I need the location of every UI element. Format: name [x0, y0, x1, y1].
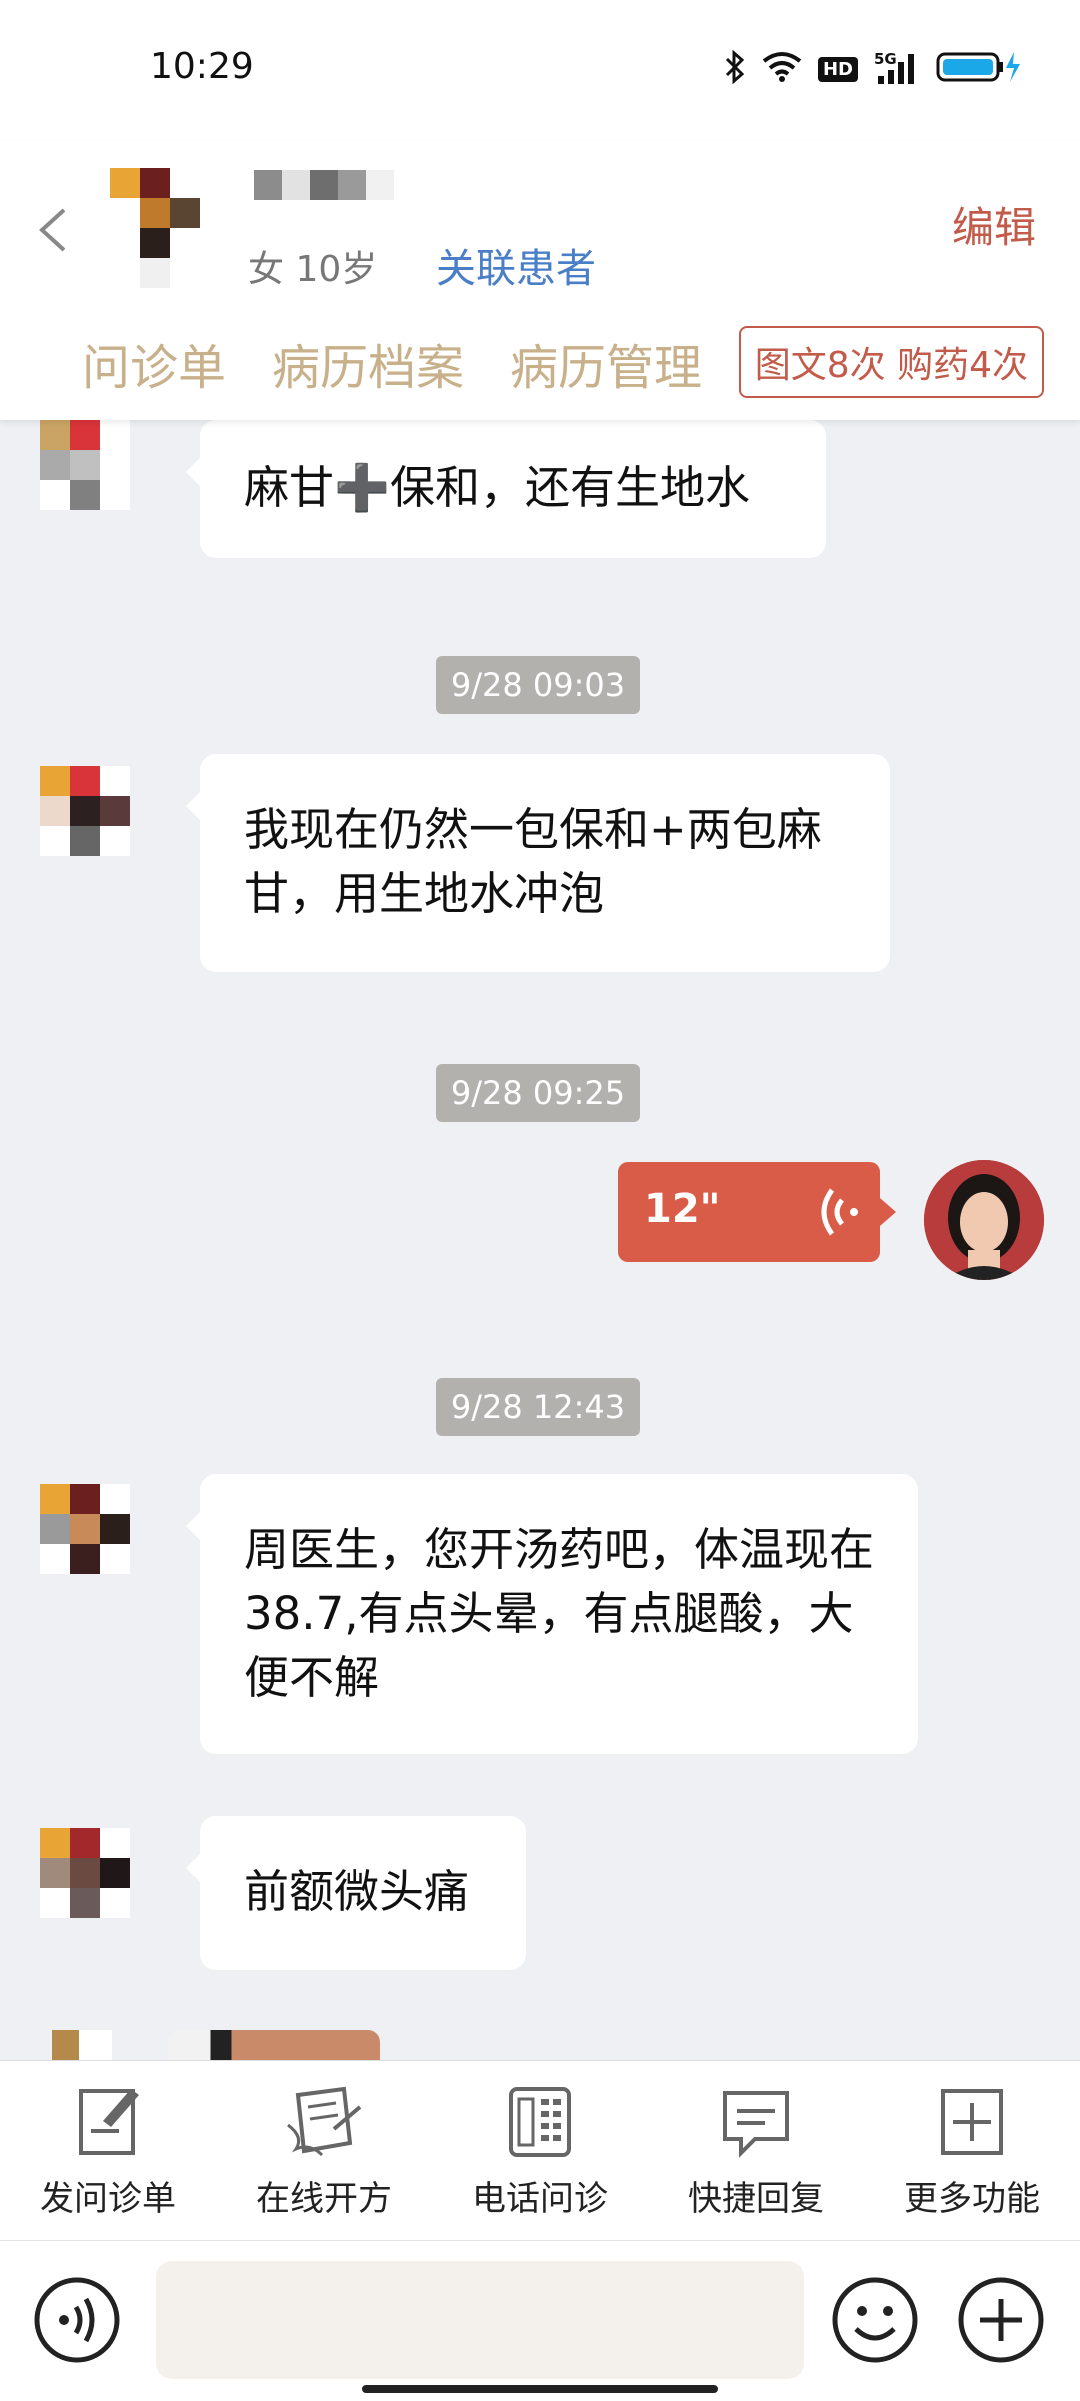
tab-consultation-form[interactable]: 问诊单 — [82, 328, 226, 398]
voice-wave-icon — [808, 1184, 864, 1244]
voice-input-icon[interactable] — [32, 2275, 122, 2369]
phone-consultation-button[interactable]: 电话问诊 — [450, 2085, 630, 2220]
emoji-icon[interactable] — [830, 2275, 920, 2369]
tool-label: 发问诊单 — [40, 2179, 176, 2219]
message-timestamp: 9/28 12:43 — [436, 1378, 640, 1436]
phone-icon — [450, 2085, 630, 2159]
patient-message-avatar[interactable] — [40, 1828, 130, 1918]
quick-reply-button[interactable]: 快捷回复 — [666, 2085, 846, 2220]
patient-message-avatar[interactable] — [40, 420, 130, 510]
chat-reply-icon — [666, 2085, 846, 2159]
status-bar: 10:29 HD 5G — [0, 0, 1080, 140]
record-tabs: 问诊单 病历档案 病历管理 — [82, 328, 702, 398]
patient-message-avatar[interactable] — [40, 1484, 130, 1574]
service-quota-badge[interactable]: 图文8次 购药4次 — [738, 326, 1044, 398]
plus-square-icon — [882, 2085, 1062, 2159]
add-icon[interactable] — [956, 2275, 1046, 2369]
link-patient-button[interactable]: 关联患者 — [436, 236, 596, 294]
message-bubble[interactable]: 我现在仍然一包保和+两包麻甘，用生地水冲泡 — [186, 754, 890, 972]
image-message-thumbnail[interactable] — [168, 2030, 380, 2060]
action-toolbar: 发问诊单 在线开方 电话问诊 快捷回复 更多功能 — [0, 2060, 1080, 2241]
tool-label: 在线开方 — [256, 2179, 392, 2219]
message-text: 麻甘➕保和，还有生地水 — [244, 461, 751, 514]
voice-message-bubble[interactable]: 12" — [618, 1162, 896, 1262]
wifi-icon — [762, 51, 802, 87]
message-text: 周医生，您开汤药吧，体温现在38.7,有点头晕，有点腿酸，大便不解 — [244, 1523, 875, 1704]
message-bubble[interactable]: 麻甘➕保和，还有生地水 — [186, 420, 826, 558]
home-indicator[interactable] — [362, 2385, 718, 2393]
message-timestamp: 9/28 09:03 — [436, 656, 640, 714]
patient-avatar[interactable] — [110, 168, 200, 288]
voice-duration: 12" — [644, 1186, 721, 1232]
tool-label: 快捷回复 — [688, 2179, 824, 2219]
form-edit-icon — [18, 2085, 198, 2159]
tab-medical-records[interactable]: 病历档案 — [272, 328, 464, 398]
status-time: 10:29 — [150, 46, 254, 87]
patient-message-avatar[interactable] — [40, 766, 130, 856]
back-icon[interactable] — [34, 200, 74, 260]
edit-button[interactable]: 编辑 — [952, 194, 1036, 255]
message-bubble[interactable]: 前额微头痛 — [186, 1816, 526, 1970]
doctor-avatar[interactable] — [924, 1160, 1044, 1280]
tab-records-management[interactable]: 病历管理 — [510, 328, 702, 398]
message-bubble[interactable]: 周医生，您开汤药吧，体温现在38.7,有点头晕，有点腿酸，大便不解 — [186, 1474, 918, 1754]
patient-info: 女 10岁 — [248, 249, 378, 290]
tool-label: 更多功能 — [904, 2179, 1040, 2219]
5g-signal-icon: 5G — [874, 50, 920, 86]
message-text: 我现在仍然一包保和+两包麻甘，用生地水冲泡 — [244, 803, 822, 920]
prescription-icon — [234, 2085, 414, 2159]
bluetooth-icon — [724, 49, 746, 88]
more-functions-button[interactable]: 更多功能 — [882, 2085, 1062, 2220]
message-timestamp: 9/28 09:25 — [436, 1064, 640, 1122]
tool-label: 电话问诊 — [472, 2179, 608, 2219]
online-prescription-button[interactable]: 在线开方 — [234, 2085, 414, 2220]
message-text-input[interactable] — [156, 2261, 804, 2379]
chat-header: 女 10岁 关联患者 编辑 问诊单 病历档案 病历管理 图文8次 购药4次 — [0, 140, 1080, 420]
chat-area[interactable]: 麻甘➕保和，还有生地水 9/28 09:03 我现在仍然一包保和+两包麻甘，用生… — [0, 420, 1080, 2060]
hd-icon: HD — [817, 56, 858, 82]
patient-message-avatar-partial[interactable] — [52, 2030, 112, 2060]
battery-charging-icon — [936, 50, 1022, 88]
patient-name-redacted — [254, 170, 394, 200]
message-input-bar — [0, 2240, 1080, 2401]
status-icons: HD 5G — [724, 49, 1022, 88]
message-text: 前额微头痛 — [244, 1865, 470, 1918]
send-consultation-form-button[interactable]: 发问诊单 — [18, 2085, 198, 2220]
